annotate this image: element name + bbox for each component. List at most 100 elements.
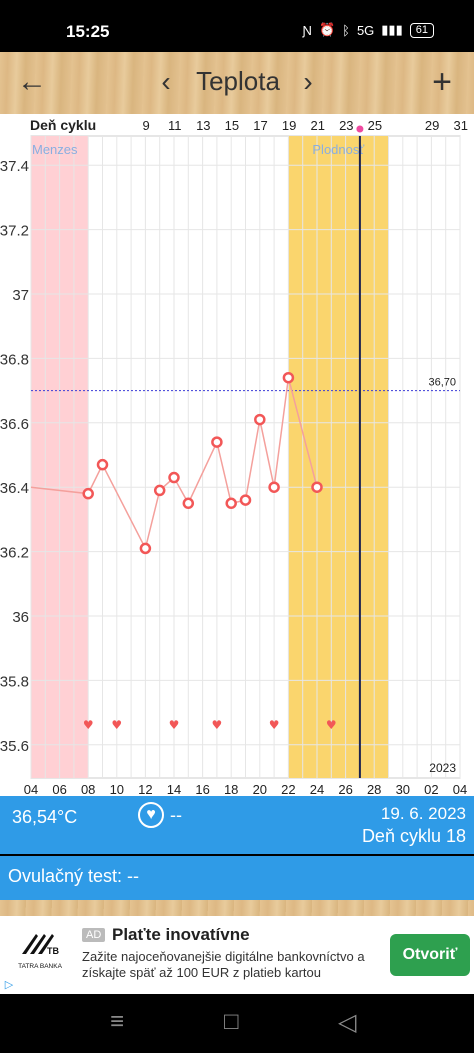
- temperature-point: [153, 484, 166, 497]
- date-tick: 14: [167, 782, 181, 796]
- date-tick: 10: [110, 782, 124, 796]
- temperature-value: 36,54°C: [12, 807, 78, 827]
- temperature-point: [82, 487, 94, 500]
- day-info-bar[interactable]: 36,54°C ♥ -- 19. 6. 2023 Deň cyklu 18: [0, 796, 474, 854]
- temperature-point: [254, 413, 266, 426]
- y-tick-label: 36: [12, 609, 29, 626]
- home-icon[interactable]: □: [224, 1008, 239, 1036]
- temperature-chart[interactable]: Menzes Plodnosť 37.4 37.2 37 36.8 36.6 36.4 36.2…: [0, 114, 474, 796]
- date-tick: 02: [424, 782, 438, 796]
- cycle-day-tick: 15: [225, 118, 239, 133]
- intercourse-heart-icon: ♥: [212, 718, 223, 732]
- app-bar: ← ‹ Teplota › +: [0, 52, 474, 114]
- y-tick-label: 37.4: [0, 158, 29, 175]
- date-tick: 18: [224, 782, 238, 796]
- today-marker: [356, 125, 364, 133]
- menses-label: Menzes: [32, 142, 78, 157]
- y-tick-label: 37.2: [0, 223, 29, 240]
- temperature-chart-area[interactable]: Deň cyklu Menzes Plodnosť 37.4 37.2 37 36.8 36…: [0, 114, 474, 796]
- intercourse-heart-icon: ♥: [269, 718, 280, 732]
- wood-divider: [0, 900, 474, 916]
- logo-brand-name: TATRA BANKA: [18, 963, 62, 970]
- status-bar: 15:25 Ɲ ⏰ ᛒ 5G ▮▮▮ 61: [0, 0, 474, 52]
- nfc-icon: Ɲ: [302, 22, 312, 38]
- ad-open-button[interactable]: Otvoriť: [390, 934, 470, 976]
- bluetooth-icon: ᛒ: [342, 22, 350, 38]
- back-arrow-icon[interactable]: ←: [14, 62, 50, 102]
- temperature-point: [96, 458, 109, 471]
- intercourse-heart-icon: ♥: [326, 718, 337, 732]
- logo-brand-short: TB: [47, 946, 59, 956]
- coverline-label: 36,70: [428, 377, 456, 389]
- selected-date: 19. 6. 2023: [380, 804, 466, 823]
- 5g-icon: 5G: [356, 22, 375, 38]
- date-tick: 20: [253, 782, 267, 796]
- temperature-point: [211, 436, 223, 448]
- date-tick: 30: [396, 782, 410, 796]
- cycle-day-tick: 25: [368, 118, 382, 133]
- status-icons: Ɲ ⏰ ᛒ 5G ▮▮▮ 61: [303, 22, 434, 38]
- page-title: Teplota: [196, 66, 280, 96]
- cycle-day-value: Deň cyklu 18: [361, 826, 466, 846]
- ad-tag: AD: [82, 928, 106, 942]
- tatra-banka-logo[interactable]: TB TATRA BANKA: [14, 924, 66, 982]
- fertile-label: Plodnosť: [312, 142, 364, 157]
- y-tick-label: 36.8: [0, 351, 29, 368]
- ad-description: Zažite najoceňovanejšie digitálne bankov…: [82, 949, 365, 980]
- date-tick: 06: [52, 782, 66, 796]
- intercourse-heart-icon: ♥: [83, 718, 94, 732]
- y-tick-label: 35.8: [0, 673, 29, 690]
- temperature-point: [182, 497, 195, 510]
- temperature-point: [225, 497, 237, 510]
- temperature-point: [282, 371, 295, 384]
- ad-banner[interactable]: TB TATRA BANKA AD Plaťte inovatívne Zaži…: [0, 916, 474, 994]
- cycle-day-tick: 9: [142, 118, 149, 133]
- cycle-day-tick: 29: [425, 118, 439, 133]
- nav-back-icon[interactable]: ◁: [338, 1008, 356, 1037]
- date-tick: 28: [367, 782, 381, 796]
- cycle-day-tick: 23: [339, 118, 353, 133]
- intercourse-value: --: [170, 805, 182, 825]
- heart-icon[interactable]: ♥: [138, 802, 164, 828]
- date-tick: 04: [453, 782, 467, 796]
- temperature-point: [239, 494, 252, 506]
- y-tick-label: 37: [12, 287, 29, 304]
- status-time: 15:25: [66, 22, 110, 41]
- temperature-point: [268, 481, 280, 493]
- y-tick-label: 36.6: [0, 416, 29, 433]
- ad-headline[interactable]: Plaťte inovatívne: [112, 925, 250, 945]
- intercourse-heart-icon: ♥: [169, 718, 180, 732]
- cycle-day-tick: 21: [310, 118, 324, 133]
- ovulation-test-text: Ovulačný test: --: [8, 866, 140, 886]
- next-chevron-icon[interactable]: ›: [296, 62, 320, 102]
- date-tick: 22: [281, 782, 295, 796]
- adchoices-icon[interactable]: ▷: [0, 976, 18, 994]
- date-tick: 12: [138, 782, 152, 796]
- signal-icon: ▮▮▮: [381, 22, 403, 37]
- add-icon[interactable]: +: [424, 62, 460, 102]
- battery-icon: 61: [409, 22, 434, 38]
- y-tick-label: 36.4: [0, 480, 29, 497]
- alarm-icon: ⏰: [318, 22, 336, 37]
- cycle-day-tick: 19: [282, 118, 296, 133]
- cycle-day-tick: 11: [168, 118, 182, 133]
- date-tick: 16: [195, 782, 209, 796]
- date-tick: 08: [81, 782, 95, 796]
- year-label: 2023: [429, 761, 456, 775]
- y-tick-label: 35.6: [0, 738, 29, 755]
- recent-apps-icon[interactable]: ≡: [110, 1008, 124, 1036]
- temperature-point: [139, 542, 152, 555]
- previous-chevron-icon[interactable]: ‹: [154, 62, 178, 102]
- intercourse-heart-icon: ♥: [111, 718, 122, 732]
- date-tick: 04: [24, 782, 38, 796]
- y-tick-label: 36.2: [0, 545, 29, 562]
- cycle-day-tick: 17: [253, 118, 267, 133]
- cycle-day-tick: 13: [196, 118, 210, 133]
- temperature-point: [168, 471, 180, 484]
- temperature-point: [311, 481, 323, 493]
- system-nav-bar: ≡ □ ◁: [0, 994, 474, 1053]
- date-tick: 24: [310, 782, 324, 796]
- ovulation-test-bar[interactable]: Ovulačný test: --: [0, 856, 474, 900]
- fertile-band: [288, 136, 389, 778]
- cycle-day-tick: 31: [453, 118, 467, 133]
